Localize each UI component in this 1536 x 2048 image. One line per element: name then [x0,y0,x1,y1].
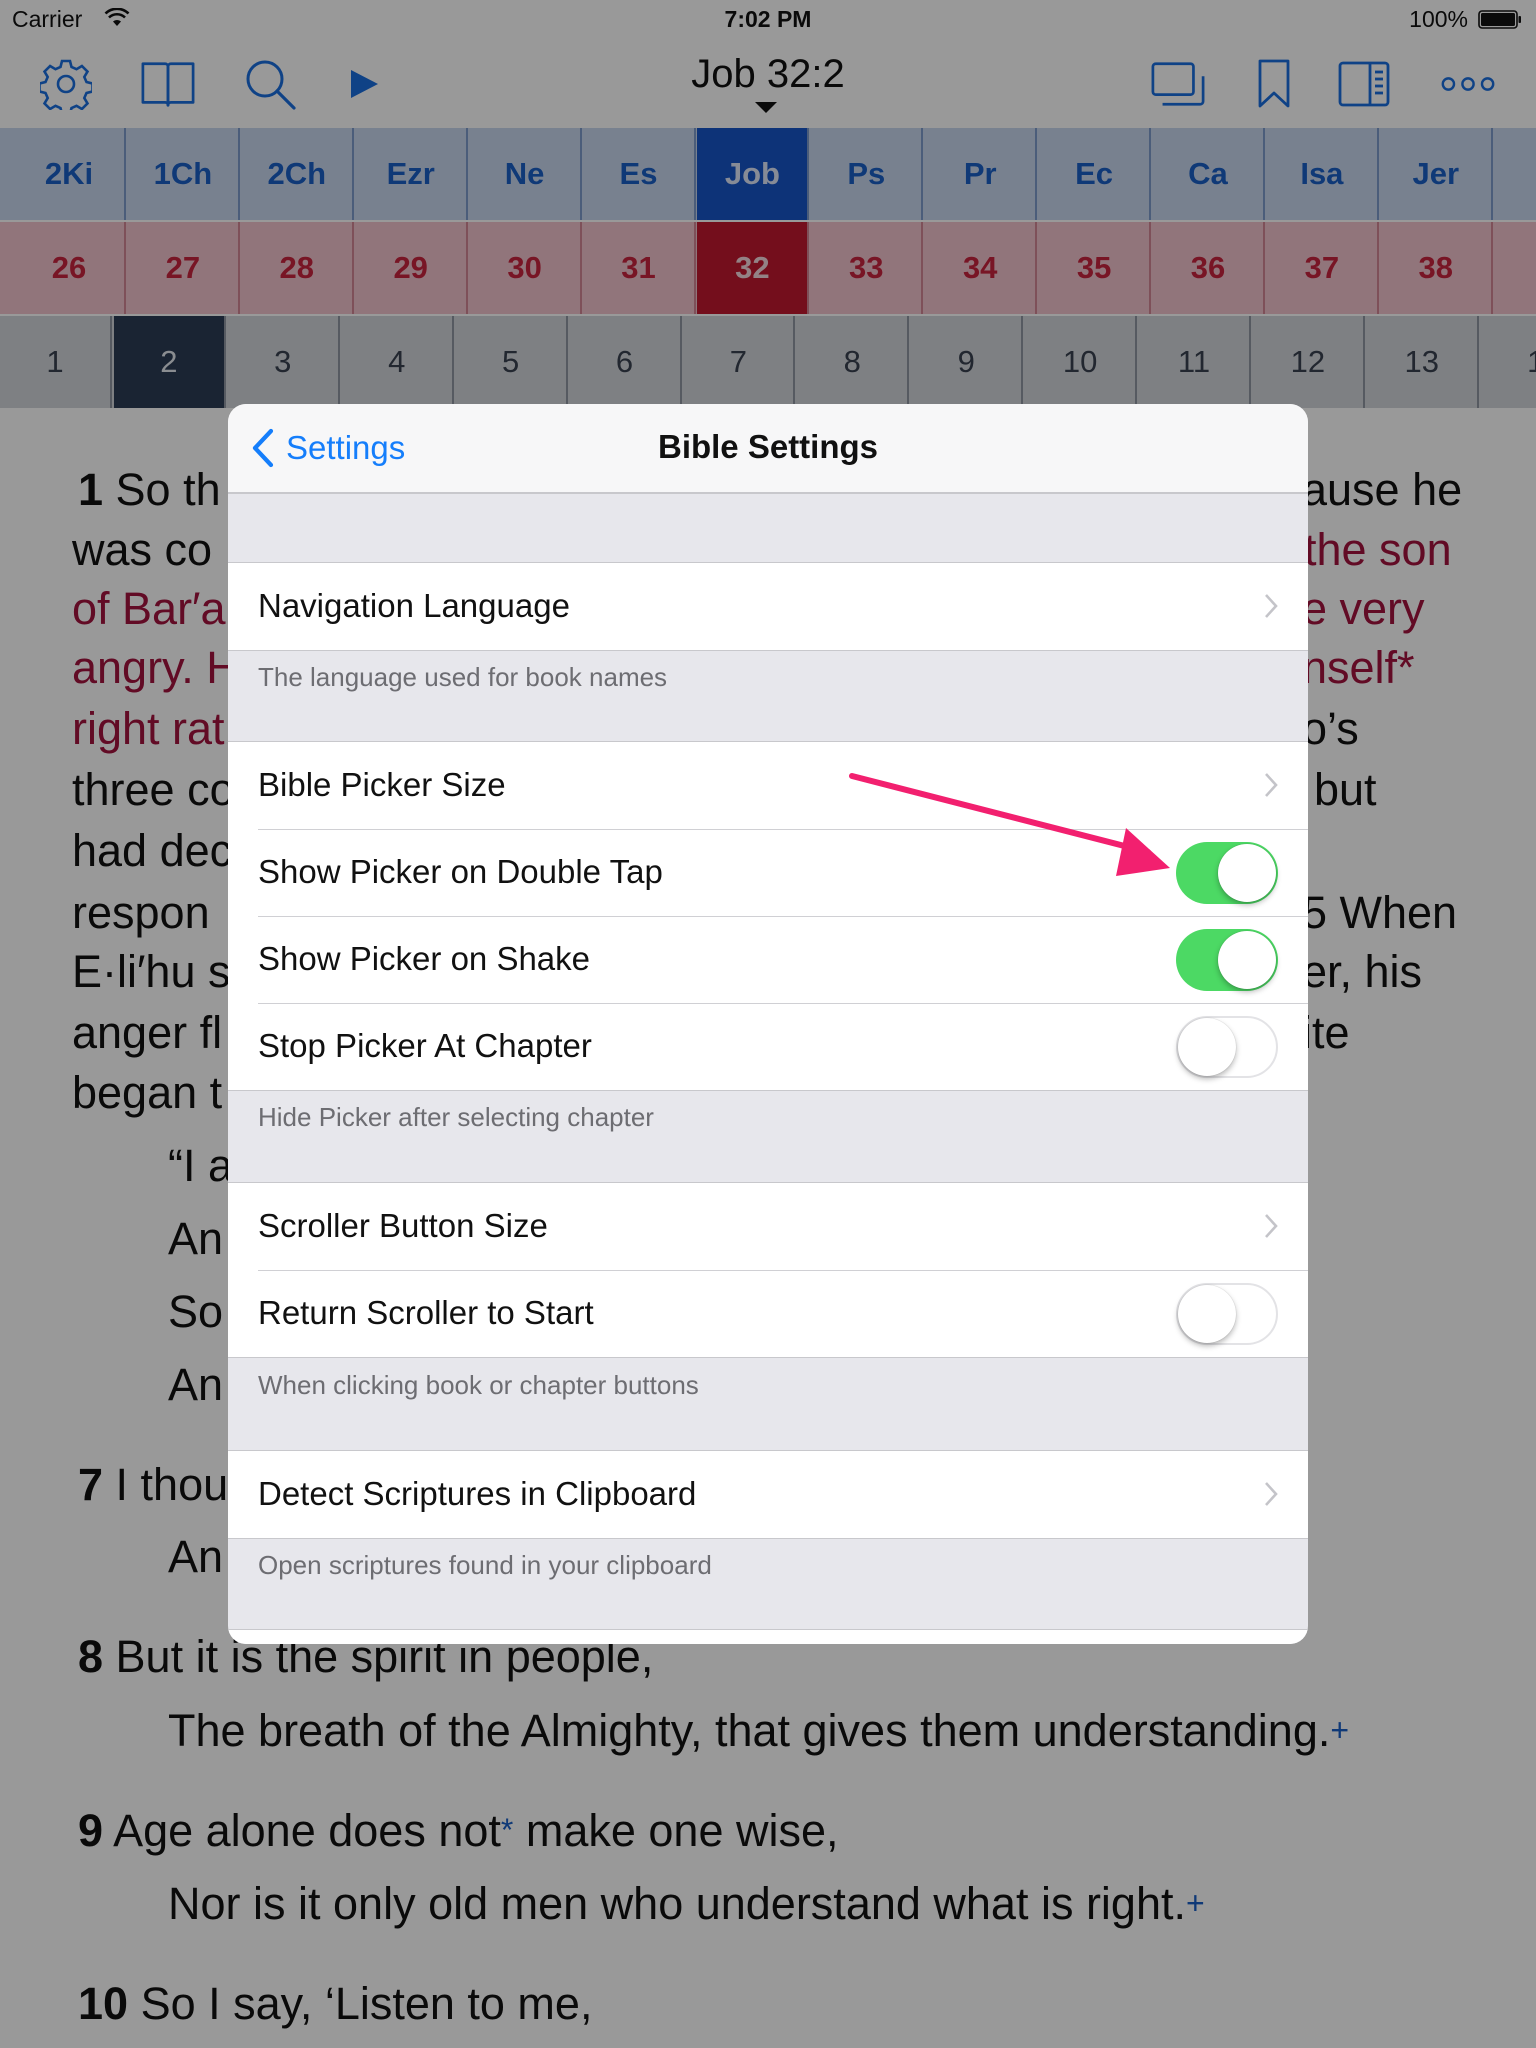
section-footer: Open scriptures found in your clipboard [258,1550,712,1580]
stop-picker-chapter-toggle[interactable] [1176,1016,1278,1078]
settings-group-clipboard: Detect Scriptures in Clipboard [228,1450,1308,1539]
section-footer: The language used for book names [258,662,668,692]
popover-nav-bar: Settings Bible Settings [228,404,1308,494]
bible-settings-popover: Settings Bible Settings Navigation Langu… [228,404,1308,1644]
chevron-right-icon [1265,1482,1278,1506]
row-label: Stop Picker At Chapter [258,1027,592,1064]
stop-picker-chapter-row: Stop Picker At Chapter [228,1003,1308,1090]
popover-title: Bible Settings [657,428,879,465]
settings-group-language: Navigation Language [228,562,1308,651]
return-scroller-toggle[interactable] [1176,1283,1278,1345]
annotation-arrow-icon [849,773,1170,876]
section-footer: When clicking book or chapter buttons [258,1370,699,1400]
chevron-right-icon [1265,1214,1278,1238]
scroller-button-size-row[interactable]: Scroller Button Size [228,1183,1308,1270]
row-label: Detect Scriptures in Clipboard [258,1475,697,1512]
row-label: Show Picker on Double Tap [258,853,663,890]
row-label: Show Picker on Shake [258,940,591,977]
detect-scriptures-row[interactable]: Detect Scriptures in Clipboard [228,1451,1308,1538]
show-picker-shake-toggle[interactable] [1176,929,1278,991]
navigation-language-row[interactable]: Navigation Language [228,563,1308,650]
chevron-right-icon [1265,594,1278,618]
section-footer: Hide Picker after selecting chapter [258,1102,654,1132]
row-label: Navigation Language [258,587,570,624]
settings-group-scroller: Scroller Button Size Return Scroller to … [228,1182,1308,1358]
row-label: Return Scroller to Start [258,1294,594,1331]
show-picker-shake-row: Show Picker on Shake [228,916,1308,1003]
row-label: Bible Picker Size [258,766,506,803]
settings-group-partial [228,1629,1308,1644]
row-label: Scroller Button Size [258,1207,548,1244]
return-scroller-row: Return Scroller to Start [228,1270,1308,1357]
